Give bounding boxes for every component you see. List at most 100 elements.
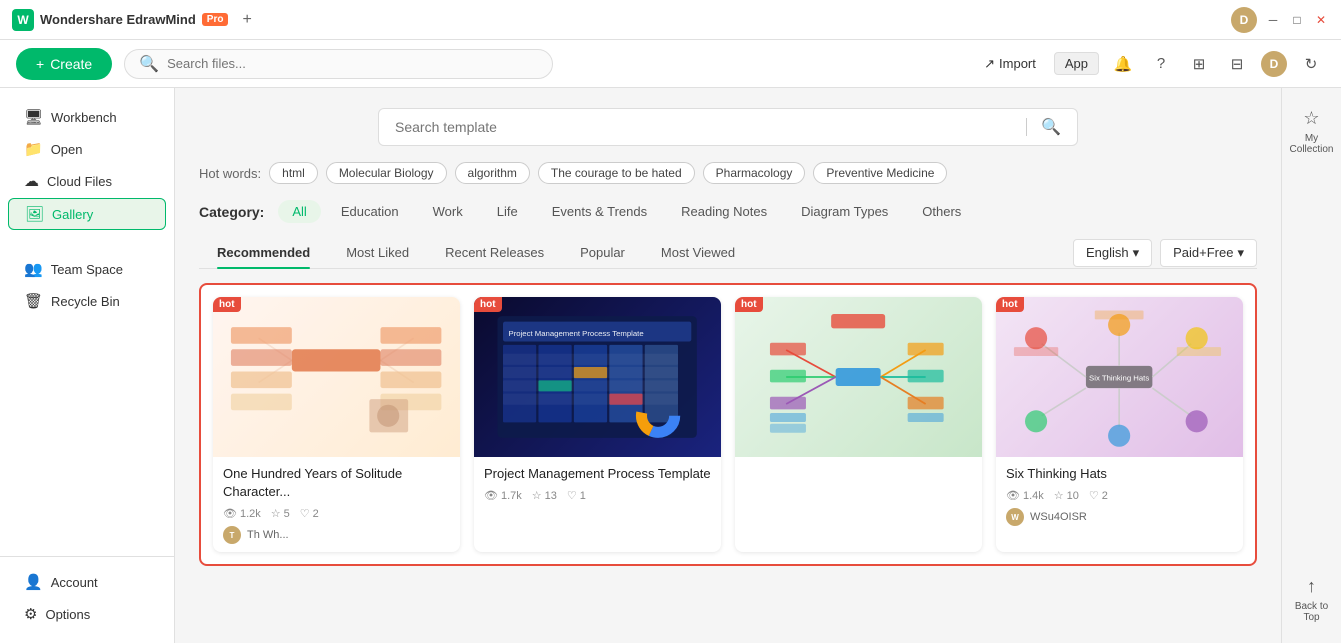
help-icon[interactable]: ? — [1147, 50, 1175, 78]
right-panel: ☆ My Collection ↑ Back to Top — [1281, 88, 1341, 643]
sidebar-item-team[interactable]: 👥 Team Space — [8, 254, 166, 284]
gallery-card-2[interactable]: hot Project Management Process Template — [474, 297, 721, 552]
gallery-card-4[interactable]: hot Six Thinking Hats — [996, 297, 1243, 552]
template-search-icon[interactable]: 🔍 — [1041, 117, 1061, 137]
gallery-grid: hot — [213, 297, 1243, 552]
gallery-card-3[interactable]: hot — [735, 297, 982, 552]
language-filter-dropdown[interactable]: English ▾ — [1073, 239, 1152, 267]
sidebar-item-workbench[interactable]: 🖥 Workbench — [8, 102, 166, 132]
sidebar-item-gallery[interactable]: 🖼 Gallery — [8, 198, 166, 230]
create-button[interactable]: + Create — [16, 48, 112, 80]
template-search-input[interactable] — [395, 119, 1012, 135]
search-input[interactable] — [167, 56, 538, 71]
account-label: Account — [51, 575, 98, 590]
card-info-3 — [735, 457, 982, 497]
sub-tab-most-liked[interactable]: Most Liked — [328, 237, 427, 268]
cat-tab-all[interactable]: All — [278, 200, 320, 223]
minimize-button[interactable]: ─ — [1265, 12, 1281, 28]
eye-icon-1: 👁 — [223, 507, 237, 520]
bell-icon[interactable]: 🔔 — [1109, 50, 1137, 78]
sub-tab-most-viewed[interactable]: Most Viewed — [643, 237, 753, 268]
cat-tab-events[interactable]: Events & Trends — [538, 200, 661, 223]
my-collection-button[interactable]: ☆ My Collection — [1282, 100, 1341, 163]
eye-icon-2: 👁 — [484, 489, 498, 502]
cat-tab-reading[interactable]: Reading Notes — [667, 200, 781, 223]
heart-icon-1: ♡ — [300, 507, 310, 520]
app-button[interactable]: App — [1054, 52, 1099, 75]
card-info-2: Project Management Process Template 👁 1.… — [474, 457, 721, 510]
card-stats-4: 👁 1.4k ☆ 10 ♡ 2 — [1006, 489, 1233, 502]
app-title: Wondershare EdrawMind — [40, 12, 196, 27]
card-views-2: 👁 1.7k — [484, 489, 522, 502]
back-to-top-button[interactable]: ↑ Back to Top — [1282, 568, 1341, 631]
hot-tag-preventive[interactable]: Preventive Medicine — [813, 162, 947, 184]
card-likes-1: ♡ 2 — [300, 507, 319, 520]
search-bar[interactable]: 🔍 — [124, 49, 553, 79]
hot-tag-algorithm[interactable]: algorithm — [455, 162, 530, 184]
hot-tag-html[interactable]: html — [269, 162, 318, 184]
back-to-top-label: Back to Top — [1286, 601, 1337, 623]
cat-tab-others[interactable]: Others — [908, 200, 975, 223]
card-thumbnail-svg-3 — [747, 305, 969, 449]
maximize-button[interactable]: □ — [1289, 12, 1305, 28]
cat-tab-education[interactable]: Education — [327, 200, 413, 223]
refresh-icon[interactable]: ↻ — [1297, 50, 1325, 78]
open-label: Open — [51, 142, 83, 157]
gallery-label: Gallery — [52, 207, 93, 222]
hot-badge-1: hot — [213, 297, 241, 312]
card-author-1: T Th Wh... — [223, 526, 450, 544]
import-label: Import — [999, 56, 1036, 71]
card-likes-4: ♡ 2 — [1089, 489, 1108, 502]
toolbar-avatar[interactable]: D — [1261, 51, 1287, 77]
account-icon: 👤 — [24, 573, 43, 591]
close-button[interactable]: ✕ — [1313, 12, 1329, 28]
import-button[interactable]: ↗ Import — [976, 52, 1044, 76]
star-icon-1: ☆ — [271, 507, 281, 520]
sidebar-bottom: 👤 Account ⚙ Options — [0, 556, 174, 631]
author-name-4: WSu4OISR — [1030, 511, 1087, 523]
content-area: 🔍 Hot words: html Molecular Biology algo… — [175, 88, 1281, 643]
recycle-label: Recycle Bin — [51, 294, 120, 309]
sub-tab-popular[interactable]: Popular — [562, 237, 643, 268]
cat-tab-life[interactable]: Life — [483, 200, 532, 223]
card-thumb-1: hot — [213, 297, 460, 457]
heart-icon-2: ♡ — [567, 489, 577, 502]
sidebar-section: 🖥 Workbench 📁 Open ☁ Cloud Files 🖼 Galle… — [0, 100, 174, 548]
sub-tabs-row: Recommended Most Liked Recent Releases P… — [199, 237, 1257, 269]
hot-tag-pharmacology[interactable]: Pharmacology — [703, 162, 806, 184]
gallery-container: hot — [199, 283, 1257, 566]
card-likes-2: ♡ 1 — [567, 489, 586, 502]
card-thumbnail-svg-4: Six Thinking Hats — [1008, 305, 1230, 449]
hot-tag-courage[interactable]: The courage to be hated — [538, 162, 695, 184]
sidebar-item-open[interactable]: 📁 Open — [8, 134, 166, 164]
card-stars-2: ☆ 13 — [532, 489, 557, 502]
sub-tab-recent[interactable]: Recent Releases — [427, 237, 562, 268]
grid-icon[interactable]: ⊞ — [1185, 50, 1213, 78]
add-tab-button[interactable]: + — [236, 9, 257, 31]
layout-icon[interactable]: ⊟ — [1223, 50, 1251, 78]
cat-tab-diagram[interactable]: Diagram Types — [787, 200, 902, 223]
svg-text:Project Management Process Tem: Project Management Process Template — [509, 329, 644, 338]
sub-tab-recommended[interactable]: Recommended — [199, 237, 328, 268]
author-avatar-4: W — [1006, 508, 1024, 526]
team-label: Team Space — [51, 262, 123, 277]
sidebar-item-recycle[interactable]: 🗑 Recycle Bin — [8, 286, 166, 316]
toolbar-actions: ↗ Import App 🔔 ? ⊞ ⊟ D ↻ — [976, 50, 1325, 78]
sidebar-item-account[interactable]: 👤 Account — [8, 567, 166, 597]
arrow-up-icon: ↑ — [1307, 576, 1316, 597]
bookmark-icon: ☆ — [1303, 108, 1319, 129]
sidebar-item-options[interactable]: ⚙ Options — [8, 599, 166, 629]
category-label: Category: — [199, 204, 264, 220]
template-search-bar[interactable]: 🔍 — [378, 108, 1078, 146]
gallery-card-1[interactable]: hot — [213, 297, 460, 552]
price-filter-dropdown[interactable]: Paid+Free ▾ — [1160, 239, 1257, 267]
card-thumb-4: hot Six Thinking Hats — [996, 297, 1243, 457]
hot-tag-molecular[interactable]: Molecular Biology — [326, 162, 447, 184]
card-title-3 — [745, 465, 972, 483]
card-thumb-2: hot Project Management Process Template — [474, 297, 721, 457]
sidebar-item-cloud[interactable]: ☁ Cloud Files — [8, 166, 166, 196]
import-icon: ↗ — [984, 56, 995, 72]
gallery-icon: 🖼 — [25, 205, 44, 223]
cat-tab-work[interactable]: Work — [419, 200, 477, 223]
user-avatar[interactable]: D — [1231, 7, 1257, 33]
